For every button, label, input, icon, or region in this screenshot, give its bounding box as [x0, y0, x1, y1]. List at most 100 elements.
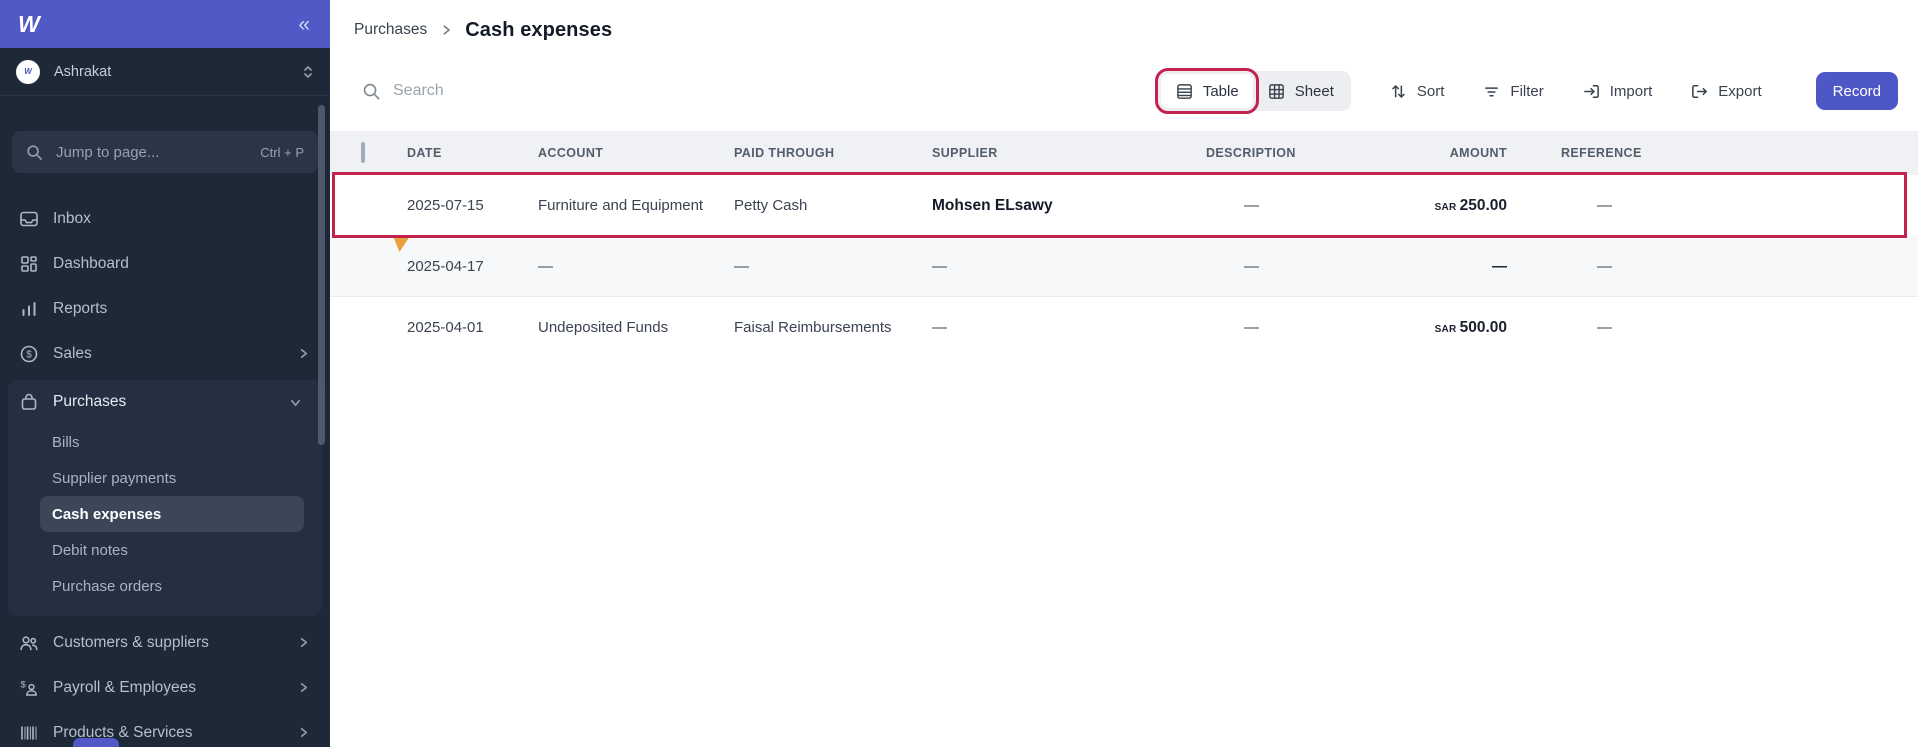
- sidebar-item-dashboard[interactable]: Dashboard: [0, 241, 330, 286]
- table-view-icon: [1175, 82, 1194, 101]
- sidebar-item-purchases[interactable]: Purchases: [8, 380, 322, 424]
- view-switcher: Table Sheet: [1158, 71, 1351, 111]
- column-header-description[interactable]: DESCRIPTION: [1206, 146, 1340, 160]
- table-row[interactable]: 2025-04-17 — — — — — —: [330, 236, 1918, 297]
- cell-reference: —: [1507, 258, 1918, 275]
- chevron-right-icon: [297, 726, 310, 739]
- sidebar-item-purchase-orders[interactable]: Purchase orders: [40, 568, 304, 604]
- cell-reference: —: [1507, 319, 1918, 336]
- breadcrumb-parent[interactable]: Purchases: [354, 21, 427, 39]
- sort-icon: [1389, 82, 1408, 101]
- page-title: Cash expenses: [465, 19, 612, 42]
- chevron-right-icon: [297, 681, 310, 694]
- payroll-icon: $: [19, 678, 39, 698]
- expenses-table: DATE ACCOUNT PAID THROUGH SUPPLIER DESCR…: [330, 131, 1918, 358]
- record-button[interactable]: Record: [1816, 72, 1898, 110]
- cell-date: 2025-07-15: [407, 197, 538, 214]
- cell-account: Undeposited Funds: [538, 319, 734, 336]
- import-button[interactable]: Import: [1582, 82, 1653, 101]
- cell-supplier: —: [932, 319, 1206, 336]
- svg-text:$: $: [26, 349, 32, 360]
- sheet-view-icon: [1267, 82, 1286, 101]
- sidebar-item-debit-notes[interactable]: Debit notes: [40, 532, 304, 568]
- cell-amount: SAR500.00: [1340, 319, 1507, 337]
- search-icon: [362, 82, 381, 101]
- sidebar-scrollbar[interactable]: [318, 105, 325, 445]
- sidebar-item-sales[interactable]: $ Sales: [0, 331, 330, 376]
- sidebar-item-supplier-payments[interactable]: Supplier payments: [40, 460, 304, 496]
- cell-reference: —: [1507, 197, 1918, 214]
- jump-shortcut: Ctrl + P: [260, 145, 304, 160]
- export-icon: [1690, 82, 1709, 101]
- table-row[interactable]: 2025-07-15 Furniture and Equipment Petty…: [330, 175, 1918, 236]
- toolbar-actions: Table Sheet Sort Filter: [1158, 71, 1898, 111]
- cell-account: Furniture and Equipment: [538, 197, 734, 214]
- chevron-down-icon: [289, 396, 302, 409]
- table-header-row: DATE ACCOUNT PAID THROUGH SUPPLIER DESCR…: [330, 131, 1918, 175]
- dashboard-icon: [19, 254, 39, 274]
- sidebar-bottom-button[interactable]: [73, 738, 119, 747]
- select-all-checkbox[interactable]: [361, 142, 365, 163]
- sidebar-item-bills[interactable]: Bills: [40, 424, 304, 460]
- cell-paid-through: —: [734, 258, 932, 275]
- shopping-bag-icon: [19, 392, 39, 412]
- account-switcher[interactable]: W Ashrakat: [0, 48, 330, 96]
- jump-to-page-search[interactable]: Jump to page... Ctrl + P: [12, 131, 318, 173]
- cell-date: 2025-04-01: [407, 319, 538, 336]
- draft-flag-icon: [393, 236, 410, 252]
- people-icon: [19, 633, 39, 653]
- sidebar-item-products-services[interactable]: Products & Services: [0, 710, 330, 747]
- cell-paid-through: Faisal Reimbursements: [734, 319, 932, 336]
- view-table-button[interactable]: Table: [1161, 74, 1253, 108]
- search-icon: [26, 144, 43, 161]
- chevron-right-icon: [440, 24, 452, 36]
- cell-supplier: Mohsen ELsawy: [932, 197, 1206, 215]
- cell-paid-through: Petty Cash: [734, 197, 932, 214]
- cell-description: —: [1206, 197, 1340, 214]
- barcode-icon: [19, 723, 39, 743]
- sidebar-item-customers-suppliers[interactable]: Customers & suppliers: [0, 620, 330, 665]
- app-window: W « W Ashrakat Jump to page... Ctrl + P …: [0, 0, 1918, 747]
- account-name: Ashrakat: [54, 64, 111, 80]
- sidebar: W « W Ashrakat Jump to page... Ctrl + P …: [0, 0, 330, 747]
- avatar: W: [16, 60, 40, 84]
- search-input[interactable]: Search: [362, 82, 444, 101]
- filter-button[interactable]: Filter: [1482, 82, 1543, 101]
- sidebar-item-cash-expenses[interactable]: Cash expenses: [40, 496, 304, 532]
- jump-placeholder: Jump to page...: [56, 144, 159, 161]
- cell-amount: —: [1340, 258, 1507, 275]
- cell-description: —: [1206, 258, 1340, 275]
- brand-logo-icon: W: [18, 11, 39, 38]
- svg-text:$: $: [21, 679, 27, 690]
- dollar-circle-icon: $: [19, 344, 39, 364]
- sidebar-item-inbox[interactable]: Inbox: [0, 196, 330, 241]
- sidebar-item-reports[interactable]: Reports: [0, 286, 330, 331]
- chevron-right-icon: [297, 347, 310, 360]
- chevron-up-down-icon[interactable]: [302, 63, 314, 81]
- cell-description: —: [1206, 319, 1340, 336]
- cell-date: 2025-04-17: [407, 258, 538, 275]
- column-header-account[interactable]: ACCOUNT: [538, 146, 734, 160]
- cell-amount: SAR250.00: [1340, 197, 1507, 215]
- view-sheet-button[interactable]: Sheet: [1253, 74, 1348, 108]
- cell-account: —: [538, 258, 734, 275]
- column-header-reference[interactable]: REFERENCE: [1507, 146, 1918, 160]
- cell-supplier: —: [932, 258, 1206, 275]
- column-header-supplier[interactable]: SUPPLIER: [932, 146, 1206, 160]
- sidebar-collapse-icon[interactable]: «: [292, 14, 316, 35]
- table-row[interactable]: 2025-04-01 Undeposited Funds Faisal Reim…: [330, 297, 1918, 358]
- chevron-right-icon: [297, 636, 310, 649]
- sidebar-menu: Inbox Dashboard Reports $ Sales Purchase…: [0, 196, 330, 747]
- sort-button[interactable]: Sort: [1389, 82, 1445, 101]
- inbox-icon: [19, 209, 39, 229]
- export-button[interactable]: Export: [1690, 82, 1761, 101]
- breadcrumb: Purchases Cash expenses: [330, 0, 1918, 44]
- column-header-amount[interactable]: AMOUNT: [1340, 146, 1507, 160]
- bar-chart-icon: [19, 299, 39, 319]
- sidebar-item-payroll-employees[interactable]: $ Payroll & Employees: [0, 665, 330, 710]
- import-icon: [1582, 82, 1601, 101]
- column-header-date[interactable]: DATE: [407, 146, 538, 160]
- toolbar: Search Table Sheet Sort: [330, 68, 1918, 114]
- search-placeholder: Search: [393, 82, 444, 100]
- column-header-paid-through[interactable]: PAID THROUGH: [734, 146, 932, 160]
